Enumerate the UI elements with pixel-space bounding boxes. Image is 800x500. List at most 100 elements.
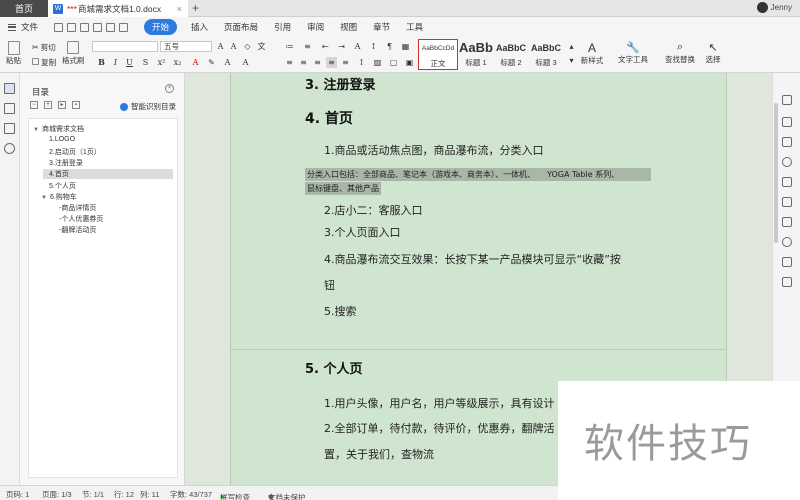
outline-item[interactable]: 2.启动页（1页）: [49, 147, 101, 157]
outline-item[interactable]: 1.LOGO: [49, 136, 75, 143]
char-shading-icon[interactable]: A: [222, 57, 233, 68]
tab-insert[interactable]: 插入: [191, 21, 208, 33]
new-style-button[interactable]: A 新样式: [578, 41, 606, 66]
save-icon[interactable]: [67, 22, 77, 32]
decrease-indent-icon[interactable]: ⇤: [320, 41, 331, 52]
align-right-icon[interactable]: ≡: [312, 57, 323, 68]
highlight-icon[interactable]: ✎: [206, 57, 217, 68]
print-icon[interactable]: [80, 22, 90, 32]
outline-item[interactable]: ▼ 6.购物车: [41, 192, 77, 202]
select-pane-icon[interactable]: [782, 117, 792, 127]
outline-item[interactable]: -翻牌活动页: [59, 225, 96, 235]
outline-item[interactable]: -个人优惠券页: [59, 214, 103, 224]
subscript-icon[interactable]: x₂: [172, 57, 183, 68]
shading-icon[interactable]: ▨: [372, 57, 383, 68]
distribute-icon[interactable]: ≡: [340, 57, 351, 68]
superscript-icon[interactable]: x²: [156, 57, 167, 68]
new-tab-button[interactable]: +: [192, 1, 199, 15]
find-replace-button[interactable]: ⌕ 查找替换: [662, 41, 698, 65]
outline-item[interactable]: ▼ 商城需求文档: [33, 124, 84, 134]
copy-button[interactable]: 复制: [32, 57, 56, 68]
style-heading-1[interactable]: AaBb 标题 1: [459, 39, 493, 70]
close-panel-icon[interactable]: ×: [165, 84, 174, 93]
status-word-count[interactable]: 字数: 43/737: [170, 489, 212, 500]
italic-button[interactable]: I: [110, 57, 121, 68]
document-tab[interactable]: W *** 商城需求文档1.0.docx ×: [48, 0, 188, 17]
show-marks-icon[interactable]: ¶: [384, 41, 395, 52]
sort-icon[interactable]: ↕: [368, 41, 379, 52]
share-icon[interactable]: [782, 177, 792, 187]
justify-icon[interactable]: ≡: [326, 57, 337, 68]
clear-format-icon[interactable]: ◇: [242, 41, 253, 52]
shrink-font-icon[interactable]: A: [228, 41, 239, 52]
style-pane-icon[interactable]: [782, 95, 792, 105]
picture-icon[interactable]: [782, 257, 792, 267]
tab-review[interactable]: 审阅: [307, 21, 324, 33]
paste-button[interactable]: 粘贴: [6, 41, 21, 66]
outline-item[interactable]: 5.个人页: [49, 181, 76, 191]
new-doc-icon[interactable]: [54, 22, 64, 32]
user-account[interactable]: Jenny: [756, 2, 792, 13]
outline-item-selected[interactable]: 4.首页: [43, 169, 173, 179]
tab-tools[interactable]: 工具: [406, 21, 423, 33]
style-normal[interactable]: AaBbCcDd 正文: [418, 39, 458, 70]
numbered-list-icon[interactable]: ≡: [302, 41, 313, 52]
align-center-icon[interactable]: ≡: [298, 57, 309, 68]
redo-icon[interactable]: [119, 22, 129, 32]
font-color-icon[interactable]: A: [190, 57, 201, 68]
align-left-icon[interactable]: ≡: [284, 57, 295, 68]
cut-button[interactable]: ✂ 剪切: [32, 42, 56, 53]
smart-toc-button[interactable]: 智能识别目录: [120, 101, 176, 112]
text-tools-button[interactable]: 🔧 文字工具: [616, 41, 650, 65]
format-painter-button[interactable]: 格式刷: [62, 41, 85, 66]
borders-icon[interactable]: ▦: [400, 41, 411, 52]
collapse-all-icon[interactable]: −: [30, 101, 38, 109]
outline-icon[interactable]: [4, 83, 15, 94]
tab-view[interactable]: 视图: [340, 21, 357, 33]
settings-icon[interactable]: [782, 217, 792, 227]
find-icon[interactable]: [4, 143, 15, 154]
expand-all-icon[interactable]: +: [44, 101, 52, 109]
close-tab-icon[interactable]: ×: [177, 4, 182, 14]
outline-item[interactable]: -商品详情页: [59, 203, 96, 213]
promote-icon[interactable]: ▸: [58, 101, 66, 109]
tab-page-layout[interactable]: 页面布局: [224, 21, 258, 33]
file-menu[interactable]: 文件: [8, 21, 38, 33]
pages-icon[interactable]: [4, 103, 15, 114]
style-heading-3[interactable]: AaBbC 标题 3: [529, 39, 563, 70]
tab-start[interactable]: 开始: [144, 19, 178, 35]
style-heading-2[interactable]: AaBbC 标题 2: [494, 39, 528, 70]
translate-icon[interactable]: [782, 197, 792, 207]
phonetic-icon[interactable]: 文: [256, 41, 267, 52]
bookmark-icon[interactable]: [4, 123, 15, 134]
chinese-layout-icon[interactable]: A: [352, 41, 363, 52]
grow-font-icon[interactable]: A: [215, 41, 226, 52]
border-icon[interactable]: ▢: [388, 57, 399, 68]
styles-more-icon[interactable]: ▾: [566, 55, 577, 66]
line-spacing-icon[interactable]: ↕: [356, 57, 367, 68]
vertical-scrollbar[interactable]: [774, 103, 778, 243]
demote-icon[interactable]: ▪: [72, 101, 80, 109]
property-icon[interactable]: [782, 137, 792, 147]
tab-references[interactable]: 引用: [274, 21, 291, 33]
styles-scroll-up-icon[interactable]: ▴: [566, 41, 577, 52]
font-size-select[interactable]: 五号: [160, 41, 212, 52]
history-icon[interactable]: [782, 237, 792, 247]
strikethrough-icon[interactable]: S: [140, 57, 151, 68]
outline-item[interactable]: 3.注册登录: [49, 158, 83, 168]
undo-icon[interactable]: [106, 22, 116, 32]
underline-button[interactable]: U: [124, 57, 135, 68]
bullet-list-icon[interactable]: ≔: [284, 41, 295, 52]
tab-chapter[interactable]: 章节: [373, 21, 390, 33]
para-border-icon[interactable]: ▣: [404, 57, 415, 68]
bold-button[interactable]: B: [96, 57, 107, 68]
increase-indent-icon[interactable]: ⇥: [336, 41, 347, 52]
char-border-icon[interactable]: A: [240, 57, 251, 68]
print-preview-icon[interactable]: [93, 22, 103, 32]
select-button[interactable]: ↖ 选择: [702, 41, 724, 65]
status-pages[interactable]: 页面: 1/3: [42, 489, 72, 500]
document-info-icon[interactable]: [782, 277, 792, 287]
font-name-select[interactable]: [92, 41, 158, 52]
compress-icon[interactable]: [782, 157, 792, 167]
home-tab[interactable]: 首页: [0, 0, 48, 17]
